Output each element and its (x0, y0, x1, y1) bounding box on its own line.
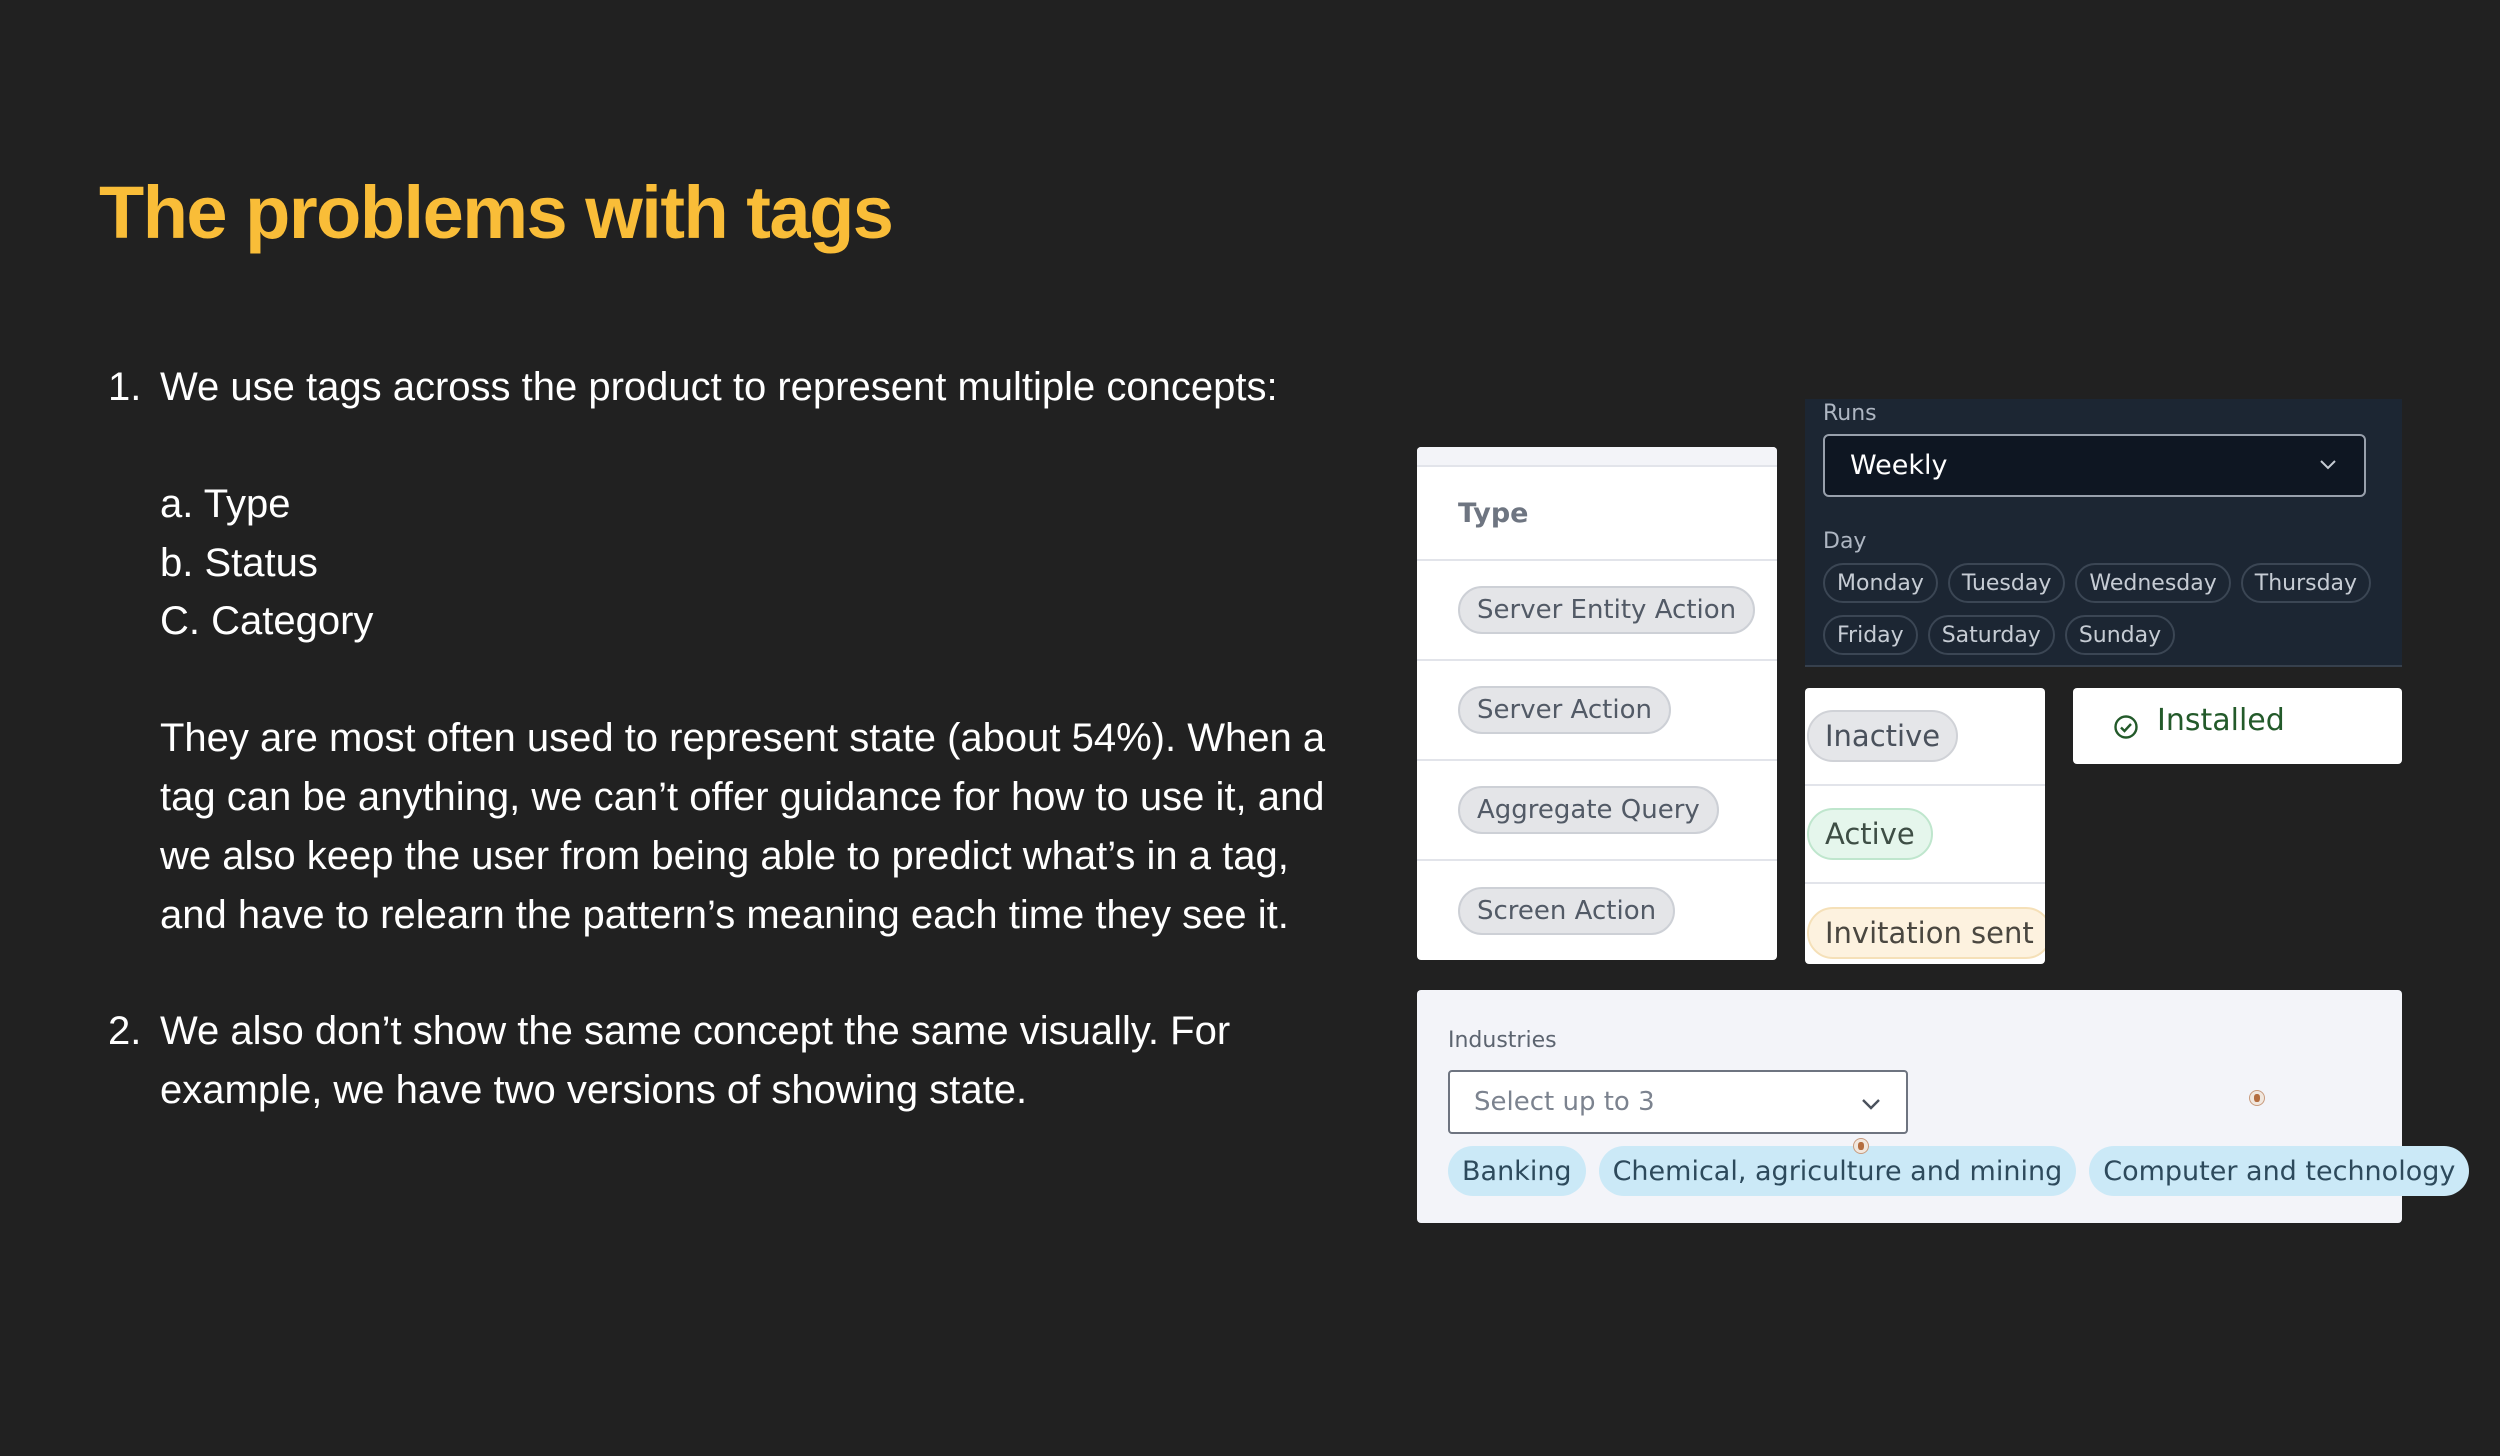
table-row: Server Action (1417, 661, 1777, 761)
day-chip-wednesday[interactable]: Wednesday (2075, 563, 2231, 603)
industry-chip-chemical[interactable]: Chemical, agriculture and mining (1598, 1146, 2077, 1196)
concept-list: a. Type b. Status C. Category (160, 475, 1348, 651)
day-chip-sunday[interactable]: Sunday (2064, 615, 2176, 655)
list-item-1: 1. We use tags across the product to rep… (108, 358, 1348, 944)
table-row: Aggregate Query (1417, 761, 1777, 861)
runs-label: Runs (1823, 401, 1877, 426)
status-tag-inactive: Inactive (1807, 710, 1959, 762)
day-chip-friday[interactable]: Friday (1823, 615, 1918, 655)
table-row: Active (1805, 786, 2045, 884)
runs-select-value: Weekly (1850, 450, 1948, 481)
concept-category: C. Category (160, 599, 374, 644)
industries-card: Industries Select up to 3 Banking Chemic… (1417, 990, 2470, 1223)
list-number-1: 1. (108, 365, 142, 409)
table-row: Inactive (1805, 688, 2045, 786)
type-table-topbar (1417, 447, 1777, 467)
type-column-header: Type (1417, 467, 1777, 561)
day-chip-saturday[interactable]: Saturday (1927, 615, 2055, 655)
type-tag: Screen Action (1458, 887, 1676, 935)
list-item-2-text: We also don’t show the same concept the … (160, 1009, 1231, 1113)
check-circle-icon (2114, 715, 2138, 739)
runs-select[interactable]: Weekly (1823, 434, 2366, 497)
collaborator-avatar-icon (2249, 1090, 2265, 1106)
day-chip-monday[interactable]: Monday (1823, 563, 1938, 603)
list-item-1-text: We use tags across the product to repres… (160, 365, 1278, 409)
table-row: Server Entity Action (1417, 561, 1777, 661)
chevron-down-icon (1862, 1099, 1880, 1110)
day-label: Day (1823, 529, 1867, 554)
type-tag: Server Entity Action (1458, 586, 1756, 634)
status-tag-invitation-sent: Invitation sent (1807, 907, 2045, 959)
day-chip-tuesday[interactable]: Tuesday (1947, 563, 2066, 603)
runs-panel: Runs Weekly Day Monday Tuesday Wednesday… (1805, 399, 2402, 667)
collaborator-avatar-icon (1853, 1138, 1869, 1154)
table-row: Invitation sent (1805, 884, 2045, 964)
status-tag-active: Active (1807, 808, 1933, 860)
concept-type: a. Type (160, 481, 291, 526)
industry-chip-computer[interactable]: Computer and technology (2089, 1146, 2470, 1196)
installed-label: Installed (2157, 703, 2285, 738)
chevron-down-icon (2320, 460, 2336, 470)
table-row: Screen Action (1417, 861, 1777, 960)
industries-placeholder: Select up to 3 (1474, 1087, 1655, 1117)
slide-title: The problems with tags (99, 171, 894, 254)
list-item-2: 2. We also don’t show the same concept t… (108, 1002, 1348, 1120)
list-number-2: 2. (108, 1009, 142, 1054)
status-table: Inactive Active Invitation sent (1805, 688, 2045, 964)
concept-status: b. Status (160, 540, 318, 585)
type-table: Type Server Entity Action Server Action … (1417, 447, 1777, 960)
industries-label: Industries (1448, 1028, 1557, 1053)
body-text: 1. We use tags across the product to rep… (108, 358, 1348, 1120)
state-paragraph: They are most often used to represent st… (160, 716, 1326, 937)
type-tag: Aggregate Query (1458, 786, 1719, 834)
industry-chip-banking[interactable]: Banking (1448, 1146, 1586, 1196)
installed-status-card: Installed (2073, 688, 2402, 764)
industry-chips: Banking Chemical, agriculture and mining… (1448, 1146, 2470, 1196)
type-tag: Server Action (1458, 686, 1671, 734)
day-chips: Monday Tuesday Wednesday Thursday Friday… (1823, 563, 2383, 655)
industries-select[interactable]: Select up to 3 (1448, 1070, 1908, 1134)
day-chip-thursday[interactable]: Thursday (2240, 563, 2372, 603)
